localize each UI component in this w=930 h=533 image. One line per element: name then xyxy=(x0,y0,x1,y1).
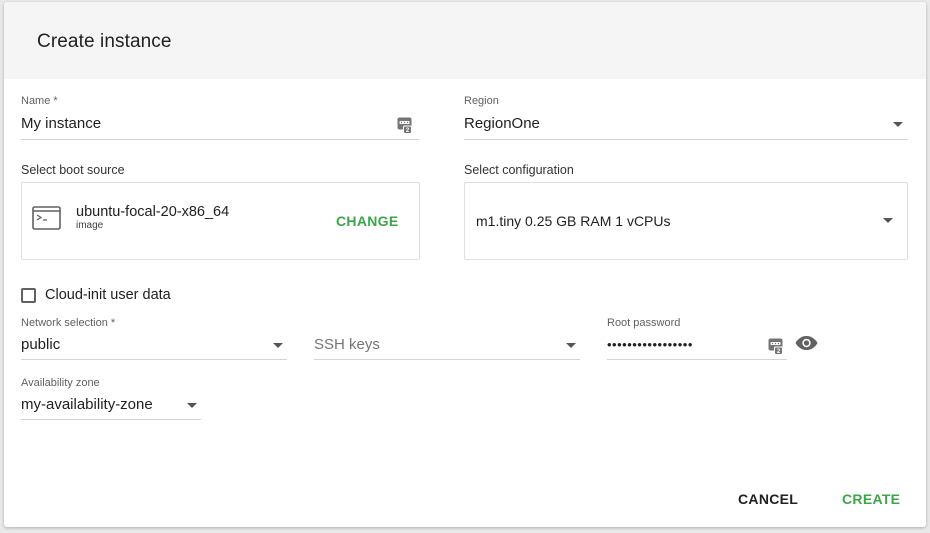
chevron-down-icon xyxy=(893,122,903,127)
region-select-value: RegionOne xyxy=(464,115,540,132)
availability-zone-label: Availability zone xyxy=(21,377,100,389)
eye-icon[interactable] xyxy=(795,335,818,351)
network-select[interactable]: public xyxy=(21,332,287,360)
chevron-down-icon xyxy=(883,218,893,223)
configuration-label: Select configuration xyxy=(464,163,574,177)
root-password-underline xyxy=(607,359,787,360)
root-password-value: ••••••••••••••••• xyxy=(607,337,693,352)
create-instance-dialog: Create instance Name * My instance 2 Reg… xyxy=(4,2,926,527)
name-label: Name * xyxy=(21,95,58,107)
name-input[interactable]: My instance 2 xyxy=(21,110,419,140)
network-label: Network selection * xyxy=(21,317,116,329)
password-manager-icon[interactable]: 2 xyxy=(768,338,783,355)
network-select-value: public xyxy=(21,336,61,353)
cloud-init-label: Cloud-init user data xyxy=(45,287,171,303)
dialog-header: Create instance xyxy=(4,2,926,79)
password-manager-icon[interactable]: 2 xyxy=(397,117,412,134)
region-select[interactable]: RegionOne xyxy=(464,110,908,140)
configuration-value: m1.tiny 0.25 GB RAM 1 vCPUs xyxy=(476,213,671,229)
ssh-keys-select[interactable]: SSH keys xyxy=(314,332,580,360)
create-button[interactable]: CREATE xyxy=(842,491,900,507)
region-label: Region xyxy=(464,95,499,107)
name-input-value: My instance xyxy=(21,115,102,132)
configuration-select[interactable]: m1.tiny 0.25 GB RAM 1 vCPUs xyxy=(464,182,908,260)
chevron-down-icon xyxy=(566,343,576,348)
boot-image-name: ubuntu-focal-20-x86_64 xyxy=(76,204,230,220)
dialog-title: Create instance xyxy=(37,31,172,52)
name-underline xyxy=(21,139,419,140)
root-password-label: Root password xyxy=(607,317,681,329)
ssh-keys-underline xyxy=(314,359,580,360)
boot-image-type: image xyxy=(76,220,104,231)
ssh-keys-placeholder: SSH keys xyxy=(314,336,380,353)
root-password-input[interactable]: ••••••••••••••••• 2 xyxy=(607,332,787,360)
chevron-down-icon xyxy=(187,403,197,408)
change-boot-source-button[interactable]: CHANGE xyxy=(336,213,398,229)
region-underline xyxy=(464,139,908,140)
cancel-button[interactable]: CANCEL xyxy=(738,491,798,507)
network-underline xyxy=(21,359,287,360)
cloud-init-checkbox[interactable] xyxy=(21,288,36,303)
availability-zone-select[interactable]: my-availability-zone xyxy=(21,392,201,420)
terminal-icon xyxy=(32,206,61,230)
boot-source-box: ubuntu-focal-20-x86_64 image CHANGE xyxy=(21,182,420,260)
availability-zone-value: my-availability-zone xyxy=(21,396,153,413)
boot-source-label: Select boot source xyxy=(21,163,125,177)
availability-zone-underline xyxy=(21,419,201,420)
chevron-down-icon xyxy=(273,343,283,348)
